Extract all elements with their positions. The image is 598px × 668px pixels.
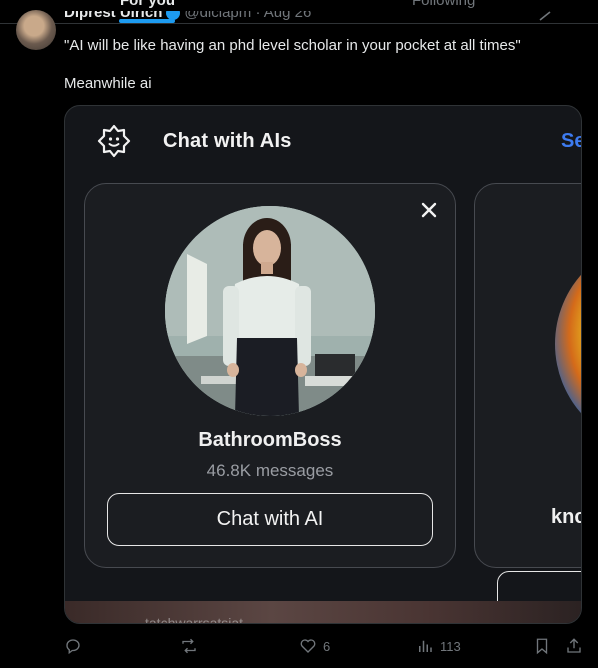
tweet-author-row: Diprest Ulrich @diciapm · Aug 26: [64, 11, 311, 25]
reply-button[interactable]: [64, 632, 88, 660]
tweet-time[interactable]: · Aug 26: [255, 11, 311, 21]
tab-following[interactable]: Following: [412, 0, 475, 9]
tab-for-you[interactable]: For you: [120, 0, 175, 9]
retweet-icon: [182, 638, 196, 654]
author-name[interactable]: Diprest Ulrich: [64, 11, 162, 21]
avatar[interactable]: [16, 10, 56, 50]
bookmark-button[interactable]: [533, 632, 551, 660]
tweet-media-image[interactable]: Chat with AIs See all: [64, 105, 582, 624]
tweet-text: "AI will be like having an phd level sch…: [64, 37, 521, 54]
chat-with-ai-button[interactable]: Chat with AI: [107, 493, 433, 546]
views-count: 113: [440, 638, 461, 654]
bookmark-icon: [536, 638, 548, 655]
character-name: BathroomBoss: [198, 429, 342, 451]
heart-icon: [300, 639, 316, 653]
see-all-link[interactable]: See all: [561, 130, 581, 153]
grok-icon[interactable]: [538, 10, 552, 24]
bot-logo-icon: [97, 124, 131, 158]
footer-blurred-text: tatchwarrsatsiat: [145, 615, 244, 624]
character-portrait: [165, 206, 375, 416]
message-count: 46.8K messages: [206, 461, 334, 480]
share-button[interactable]: [565, 632, 583, 660]
reply-icon: [66, 639, 80, 655]
verified-icon: [166, 11, 181, 21]
media-title: Chat with AIs: [163, 130, 292, 152]
tweet-action-bar: 6 113: [0, 632, 598, 660]
like-count: 6: [323, 638, 331, 654]
character-portrait: [555, 239, 581, 449]
author-handle[interactable]: @diciapm: [184, 11, 251, 21]
character-card[interactable]: knc: [474, 183, 581, 623]
close-icon[interactable]: [419, 200, 439, 220]
like-button[interactable]: 6: [299, 632, 330, 660]
views-button[interactable]: 113: [416, 632, 461, 660]
character-card[interactable]: BathroomBoss 46.8K messages Chat with AI: [84, 183, 456, 568]
tweet-text-line2: Meanwhile ai: [64, 75, 152, 92]
share-icon: [567, 638, 581, 653]
media-footer-strip: tatchwarrsatsiat: [65, 601, 581, 624]
views-icon: [419, 640, 432, 652]
retweet-button[interactable]: [180, 632, 204, 660]
character-name: knc: [551, 506, 581, 528]
